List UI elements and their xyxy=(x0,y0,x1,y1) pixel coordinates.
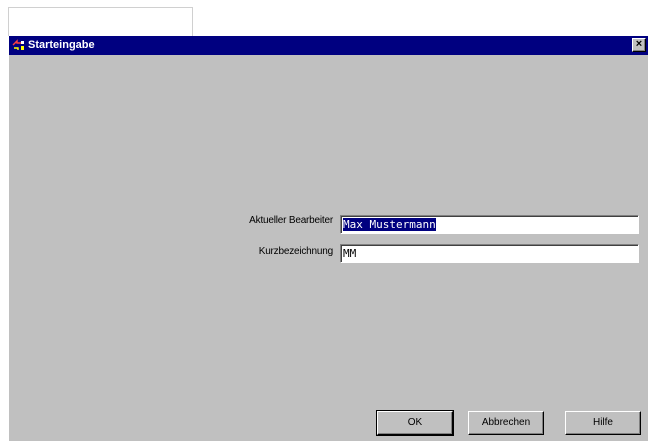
starteingabe-dialog: Starteingabe × Aktueller Bearbeiter Max … xyxy=(8,36,648,441)
kurzbezeichnung-value: MM xyxy=(343,247,357,260)
ok-button[interactable]: OK xyxy=(376,410,454,436)
bearbeiter-value: Max Mustermann xyxy=(343,218,436,231)
help-button[interactable]: Hilfe xyxy=(565,411,641,435)
close-icon: × xyxy=(635,38,643,50)
window-title: Starteingabe xyxy=(28,39,95,51)
app-icon xyxy=(12,39,24,50)
bearbeiter-label: Aktueller Bearbeiter xyxy=(249,215,333,226)
kurzbezeichnung-label: Kurzbezeichnung xyxy=(258,246,333,257)
close-button[interactable]: × xyxy=(632,38,646,52)
background-strip xyxy=(0,0,648,36)
title-bar[interactable]: Starteingabe × xyxy=(9,36,648,55)
bearbeiter-input[interactable]: Max Mustermann xyxy=(340,215,639,234)
kurzbezeichnung-input[interactable]: MM xyxy=(340,244,639,263)
background-tab xyxy=(8,7,193,36)
cancel-button[interactable]: Abbrechen xyxy=(468,411,544,435)
